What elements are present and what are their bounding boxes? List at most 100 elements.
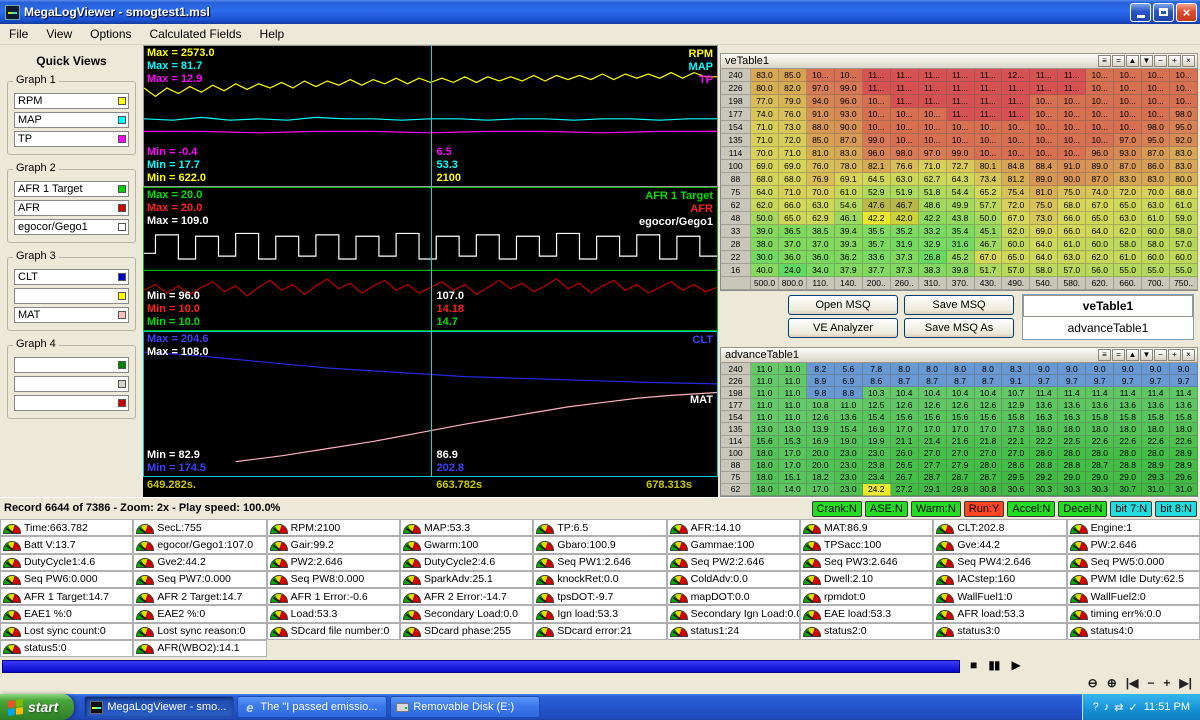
table-cell[interactable]: 15.6 [947,411,975,423]
table-cell[interactable]: 15.6 [891,411,919,423]
table-cell[interactable]: 93.0 [1114,147,1142,160]
table-cell[interactable]: 56.0 [1086,264,1114,277]
table-cell[interactable]: 62.0 [1002,225,1030,238]
table-cell[interactable]: 35.7 [863,238,891,251]
menu-options[interactable]: Options [81,25,140,43]
table-cell[interactable]: 70.0 [807,186,835,199]
table-cell[interactable]: 10... [891,121,919,134]
table-cell[interactable]: 10... [891,134,919,147]
table-cell[interactable]: 37.0 [779,238,807,251]
color-swatch[interactable] [118,204,126,212]
table-cell[interactable]: 10... [1086,134,1114,147]
table-cell[interactable]: 9.0 [1142,363,1170,375]
table-cell[interactable]: 98.0 [1142,121,1170,134]
table-cell[interactable]: 74.0 [751,108,779,121]
table-cell[interactable]: 91.0 [1058,160,1086,173]
table-cell[interactable]: 15.4 [863,411,891,423]
table-cell[interactable]: 63.0 [1114,212,1142,225]
table-cell[interactable]: 11... [1002,108,1030,121]
table-cell[interactable]: 11... [891,95,919,108]
table-cell[interactable]: 12.6 [891,399,919,411]
close-icon[interactable]: × [1182,349,1195,361]
table-cell[interactable]: 33.6 [863,251,891,264]
quick-view-field[interactable] [14,395,129,411]
table-cell[interactable]: 58.0 [1170,225,1198,238]
quick-view-field[interactable] [14,376,129,392]
table-cell[interactable]: 10.4 [975,387,1003,399]
table-cell[interactable]: 11... [975,69,1003,82]
table-cell[interactable]: 29.6 [1170,472,1198,484]
gauge-cell[interactable]: PW2:2.646 [267,554,400,571]
table-cell[interactable]: 10... [947,134,975,147]
table-cell[interactable]: 10... [1142,82,1170,95]
table-cell[interactable]: 17.0 [891,423,919,435]
table-cell[interactable]: 10... [1086,95,1114,108]
table-cell[interactable]: 28.0 [1142,448,1170,460]
table-cell[interactable]: 13.6 [1114,399,1142,411]
save-msq-button[interactable]: Save MSQ [904,295,1014,315]
plus-icon[interactable]: + [1168,349,1181,361]
table-cell[interactable]: 26.0 [891,448,919,460]
close-button[interactable]: × [1176,3,1197,22]
table-cell[interactable]: 65.0 [779,212,807,225]
table-cell[interactable]: 83.0 [1142,173,1170,186]
table-cell[interactable]: 11... [863,82,891,95]
table-cell[interactable]: 6.9 [835,375,863,387]
table-cell[interactable]: 12.6 [975,399,1003,411]
table-cell[interactable]: 18.0 [1170,423,1198,435]
table-cell[interactable]: 17.0 [975,423,1003,435]
table-cell[interactable]: 72.0 [779,134,807,147]
skip-start-button[interactable]: |◀ [1126,676,1139,690]
table-cell[interactable]: 42.0 [891,212,919,225]
table-cell[interactable]: 99.0 [835,82,863,95]
table-cell[interactable]: 11... [947,69,975,82]
close-icon[interactable]: × [1182,55,1195,67]
table-cell[interactable]: 65.0 [1002,251,1030,264]
table-cell[interactable]: 62.0 [1086,251,1114,264]
table-cell[interactable]: 23.8 [863,460,891,472]
table-cell[interactable]: 11.4 [1058,387,1086,399]
table-cell[interactable]: 37.9 [835,264,863,277]
advancetable-header[interactable]: advanceTable1 ≡=▲▼−+× [720,347,1198,363]
table-cell[interactable]: 37.3 [891,251,919,264]
table-cell[interactable]: 58.0 [1142,238,1170,251]
gauge-cell[interactable]: Batt V:13.7 [0,536,133,553]
table-cell[interactable]: 36.0 [779,251,807,264]
table-cell[interactable]: 27.9 [947,460,975,472]
table-cell[interactable]: 23.0 [835,484,863,496]
table-cell[interactable]: 12.6 [807,411,835,423]
table-cell[interactable]: 12.6 [919,399,947,411]
gauge-cell[interactable]: status5:0 [0,640,133,657]
gauge-cell[interactable]: Lost sync count:0 [0,623,133,640]
table-cell[interactable]: 18.0 [1086,423,1114,435]
gauge-cell[interactable]: WallFuel2:0 [1067,588,1200,605]
quick-view-field[interactable]: TP [14,131,129,147]
table-cell[interactable]: 12.6 [947,399,975,411]
table-cell[interactable]: 9.0 [1114,363,1142,375]
color-swatch[interactable] [118,292,126,300]
table-cell[interactable]: 10... [1114,82,1142,95]
table-cell[interactable]: 69.0 [779,160,807,173]
table-cell[interactable]: 9.7 [1030,375,1058,387]
gauge-cell[interactable]: EAE2 %:0 [133,605,266,622]
table-cell[interactable]: 10... [1030,134,1058,147]
taskbar-task[interactable]: Removable Disk (E:) [390,696,540,718]
table-cell[interactable]: 22.1 [1002,436,1030,448]
table-cell[interactable]: 15.8 [1170,411,1198,423]
table-list-item-advancetable1[interactable]: advanceTable1 [1023,317,1193,339]
table-cell[interactable]: 15.8 [1086,411,1114,423]
menu-help[interactable]: Help [251,25,294,43]
gauge-cell[interactable]: Secondary Load:0.0 [400,605,533,622]
table-cell[interactable]: 80.1 [975,160,1003,173]
table-cell[interactable]: 68.0 [1058,199,1086,212]
table-cell[interactable]: 81.0 [1030,186,1058,199]
table-cell[interactable]: 18.0 [1058,423,1086,435]
table-cell[interactable]: 67.0 [1002,212,1030,225]
table-cell[interactable]: 10... [1058,95,1086,108]
table-cell[interactable]: 10... [1058,108,1086,121]
table-cell[interactable]: 30.0 [751,251,779,264]
table-cell[interactable]: 30.3 [1058,484,1086,496]
table-cell[interactable]: 54.4 [947,186,975,199]
table-cell[interactable]: 83.0 [835,147,863,160]
table-cell[interactable]: 18.2 [807,472,835,484]
